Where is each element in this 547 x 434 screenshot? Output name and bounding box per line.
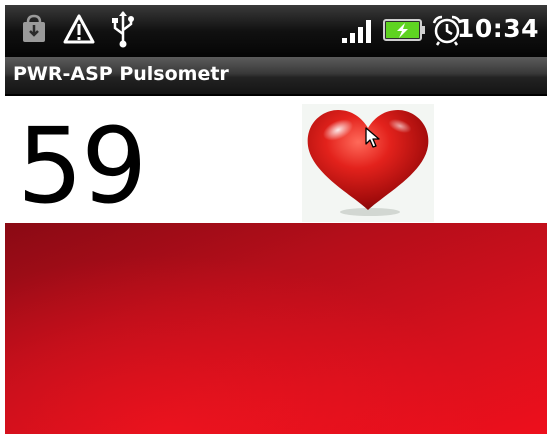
app-title: PWR-ASP Pulsometr — [13, 63, 229, 85]
battery-charging-icon — [383, 19, 425, 41]
main-content: 59 — [5, 96, 547, 434]
app-screen: 10:34 PWR-ASP Pulsometr 59 — [0, 0, 547, 434]
status-bar: 10:34 — [5, 5, 547, 57]
heart-image[interactable] — [302, 104, 434, 222]
mouse-cursor-icon — [365, 127, 380, 148]
pulse-display-area — [5, 223, 547, 434]
status-time: 10:34 — [456, 14, 539, 43]
usb-icon — [112, 11, 134, 48]
store-download-icon — [23, 14, 45, 42]
signal-icon — [342, 20, 371, 43]
heart-icon — [307, 110, 429, 216]
warning-triangle-icon — [63, 14, 95, 44]
heart-rate-value: 59 — [17, 105, 147, 227]
title-bar: PWR-ASP Pulsometr — [5, 57, 547, 96]
